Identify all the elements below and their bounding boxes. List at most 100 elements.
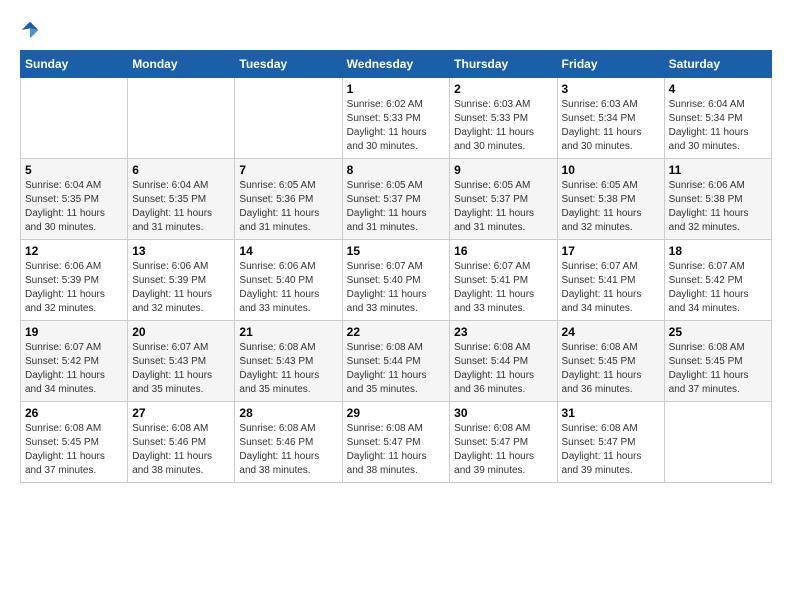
day-number: 19: [25, 325, 123, 339]
day-number: 9: [454, 163, 552, 177]
weekday-header-thursday: Thursday: [450, 51, 557, 78]
weekday-header-friday: Friday: [557, 51, 664, 78]
day-info: Sunrise: 6:06 AM Sunset: 5:40 PM Dayligh…: [239, 260, 337, 316]
calendar-cell: 8Sunrise: 6:05 AM Sunset: 5:37 PM Daylig…: [342, 159, 450, 240]
weekday-header-sunday: Sunday: [21, 51, 128, 78]
calendar-cell: 17 Sunrise: 6:07 AM Sunset: 5:41 PM Dayli…: [557, 240, 664, 321]
weekday-header-wednesday: Wednesday: [342, 51, 450, 78]
calendar-cell: 28 Sunrise: 6:08 AM Sunset: 5:46 PM Dayli…: [235, 402, 342, 483]
day-number: 14: [239, 244, 337, 258]
day-info: Sunrise: 6:08 AM Sunset: 5:46 PM Dayligh…: [239, 422, 337, 478]
day-number: 3: [562, 82, 660, 96]
day-info: Sunrise: 6:07 AM Sunset: 5:42 PM Dayligh…: [25, 341, 123, 397]
calendar-cell: 18 Sunrise: 6:07 AM Sunset: 5:42 PM Dayli…: [664, 240, 771, 321]
day-info: Sunrise: 6:08 AM Sunset: 5:44 PM Dayligh…: [454, 341, 552, 397]
calendar-cell: 12Sunrise: 6:06 AM Sunset: 5:39 PM Dayli…: [21, 240, 128, 321]
calendar-table: SundayMondayTuesdayWednesdayThursdayFrid…: [20, 50, 772, 483]
day-info: Sunrise: 6:08 AM Sunset: 5:47 PM Dayligh…: [347, 422, 446, 478]
calendar-cell: [128, 78, 235, 159]
calendar-cell: 20 Sunrise: 6:07 AM Sunset: 5:43 PM Dayli…: [128, 321, 235, 402]
page-wrapper: SundayMondayTuesdayWednesdayThursdayFrid…: [20, 20, 772, 483]
calendar-week-row: 26 Sunrise: 6:08 AM Sunset: 5:45 PM Dayli…: [21, 402, 772, 483]
day-info: Sunrise: 6:05 AM Sunset: 5:36 PM Dayligh…: [239, 179, 337, 235]
weekday-header-saturday: Saturday: [664, 51, 771, 78]
weekday-header-tuesday: Tuesday: [235, 51, 342, 78]
day-number: 26: [25, 406, 123, 420]
calendar-cell: 7 Sunrise: 6:05 AM Sunset: 5:36 PM Daylig…: [235, 159, 342, 240]
day-number: 4: [669, 82, 767, 96]
day-info: Sunrise: 6:05 AM Sunset: 5:38 PM Dayligh…: [562, 179, 660, 235]
day-info: Sunrise: 6:04 AM Sunset: 5:34 PM Dayligh…: [669, 98, 767, 154]
calendar-cell: 21 Sunrise: 6:08 AM Sunset: 5:43 PM Dayli…: [235, 321, 342, 402]
day-number: 24: [562, 325, 660, 339]
day-number: 11: [669, 163, 767, 177]
calendar-cell: 31 Sunrise: 6:08 AM Sunset: 5:47 PM Dayli…: [557, 402, 664, 483]
day-number: 28: [239, 406, 337, 420]
day-info: Sunrise: 6:06 AM Sunset: 5:39 PM Dayligh…: [132, 260, 230, 316]
calendar-week-row: 5 Sunrise: 6:04 AM Sunset: 5:35 PM Daylig…: [21, 159, 772, 240]
day-number: 27: [132, 406, 230, 420]
weekday-header-row: SundayMondayTuesdayWednesdayThursdayFrid…: [21, 51, 772, 78]
day-number: 2: [454, 82, 552, 96]
day-number: 23: [454, 325, 552, 339]
day-info: Sunrise: 6:06 AM Sunset: 5:38 PM Dayligh…: [669, 179, 767, 235]
day-number: 7: [239, 163, 337, 177]
day-info: Sunrise: 6:06 AM Sunset: 5:39 PM Dayligh…: [25, 260, 123, 316]
calendar-cell: 2 Sunrise: 6:03 AM Sunset: 5:33 PM Daylig…: [450, 78, 557, 159]
calendar-cell: 4 Sunrise: 6:04 AM Sunset: 5:34 PM Daylig…: [664, 78, 771, 159]
day-info: Sunrise: 6:08 AM Sunset: 5:45 PM Dayligh…: [25, 422, 123, 478]
logo-icon: [20, 20, 40, 40]
calendar-cell: 11 Sunrise: 6:06 AM Sunset: 5:38 PM Dayli…: [664, 159, 771, 240]
day-info: Sunrise: 6:04 AM Sunset: 5:35 PM Dayligh…: [132, 179, 230, 235]
day-number: 22: [347, 325, 446, 339]
day-info: Sunrise: 6:08 AM Sunset: 5:43 PM Dayligh…: [239, 341, 337, 397]
day-info: Sunrise: 6:02 AM Sunset: 5:33 PM Dayligh…: [347, 98, 446, 154]
day-info: Sunrise: 6:07 AM Sunset: 5:41 PM Dayligh…: [454, 260, 552, 316]
page-header: [20, 20, 772, 40]
day-number: 31: [562, 406, 660, 420]
calendar-week-row: 19 Sunrise: 6:07 AM Sunset: 5:42 PM Dayli…: [21, 321, 772, 402]
day-info: Sunrise: 6:07 AM Sunset: 5:42 PM Dayligh…: [669, 260, 767, 316]
calendar-cell: 10Sunrise: 6:05 AM Sunset: 5:38 PM Dayli…: [557, 159, 664, 240]
day-number: 13: [132, 244, 230, 258]
calendar-week-row: 1Sunrise: 6:02 AM Sunset: 5:33 PM Daylig…: [21, 78, 772, 159]
day-number: 6: [132, 163, 230, 177]
day-info: Sunrise: 6:07 AM Sunset: 5:43 PM Dayligh…: [132, 341, 230, 397]
day-number: 21: [239, 325, 337, 339]
calendar-cell: 16 Sunrise: 6:07 AM Sunset: 5:41 PM Dayli…: [450, 240, 557, 321]
calendar-cell: 6 Sunrise: 6:04 AM Sunset: 5:35 PM Daylig…: [128, 159, 235, 240]
day-number: 29: [347, 406, 446, 420]
day-number: 17: [562, 244, 660, 258]
calendar-cell: 1Sunrise: 6:02 AM Sunset: 5:33 PM Daylig…: [342, 78, 450, 159]
day-info: Sunrise: 6:08 AM Sunset: 5:47 PM Dayligh…: [454, 422, 552, 478]
day-info: Sunrise: 6:08 AM Sunset: 5:47 PM Dayligh…: [562, 422, 660, 478]
day-info: Sunrise: 6:05 AM Sunset: 5:37 PM Dayligh…: [454, 179, 552, 235]
calendar-cell: 22 Sunrise: 6:08 AM Sunset: 5:44 PM Dayli…: [342, 321, 450, 402]
calendar-cell: 25Sunrise: 6:08 AM Sunset: 5:45 PM Dayli…: [664, 321, 771, 402]
day-info: Sunrise: 6:08 AM Sunset: 5:46 PM Dayligh…: [132, 422, 230, 478]
calendar-cell: 26 Sunrise: 6:08 AM Sunset: 5:45 PM Dayli…: [21, 402, 128, 483]
day-info: Sunrise: 6:08 AM Sunset: 5:45 PM Dayligh…: [669, 341, 767, 397]
day-number: 20: [132, 325, 230, 339]
day-info: Sunrise: 6:08 AM Sunset: 5:44 PM Dayligh…: [347, 341, 446, 397]
day-info: Sunrise: 6:05 AM Sunset: 5:37 PM Dayligh…: [347, 179, 446, 235]
logo: [20, 20, 44, 40]
calendar-cell: 29 Sunrise: 6:08 AM Sunset: 5:47 PM Dayli…: [342, 402, 450, 483]
day-number: 5: [25, 163, 123, 177]
calendar-cell: 30 Sunrise: 6:08 AM Sunset: 5:47 PM Dayli…: [450, 402, 557, 483]
calendar-cell: 3Sunrise: 6:03 AM Sunset: 5:34 PM Daylig…: [557, 78, 664, 159]
weekday-header-monday: Monday: [128, 51, 235, 78]
calendar-cell: 14 Sunrise: 6:06 AM Sunset: 5:40 PM Dayli…: [235, 240, 342, 321]
calendar-cell: 24 Sunrise: 6:08 AM Sunset: 5:45 PM Dayli…: [557, 321, 664, 402]
calendar-cell: 5 Sunrise: 6:04 AM Sunset: 5:35 PM Daylig…: [21, 159, 128, 240]
day-info: Sunrise: 6:03 AM Sunset: 5:33 PM Dayligh…: [454, 98, 552, 154]
day-number: 18: [669, 244, 767, 258]
day-info: Sunrise: 6:07 AM Sunset: 5:41 PM Dayligh…: [562, 260, 660, 316]
day-info: Sunrise: 6:04 AM Sunset: 5:35 PM Dayligh…: [25, 179, 123, 235]
day-number: 30: [454, 406, 552, 420]
day-info: Sunrise: 6:08 AM Sunset: 5:45 PM Dayligh…: [562, 341, 660, 397]
calendar-cell: [235, 78, 342, 159]
calendar-week-row: 12Sunrise: 6:06 AM Sunset: 5:39 PM Dayli…: [21, 240, 772, 321]
day-number: 16: [454, 244, 552, 258]
day-info: Sunrise: 6:07 AM Sunset: 5:40 PM Dayligh…: [347, 260, 446, 316]
